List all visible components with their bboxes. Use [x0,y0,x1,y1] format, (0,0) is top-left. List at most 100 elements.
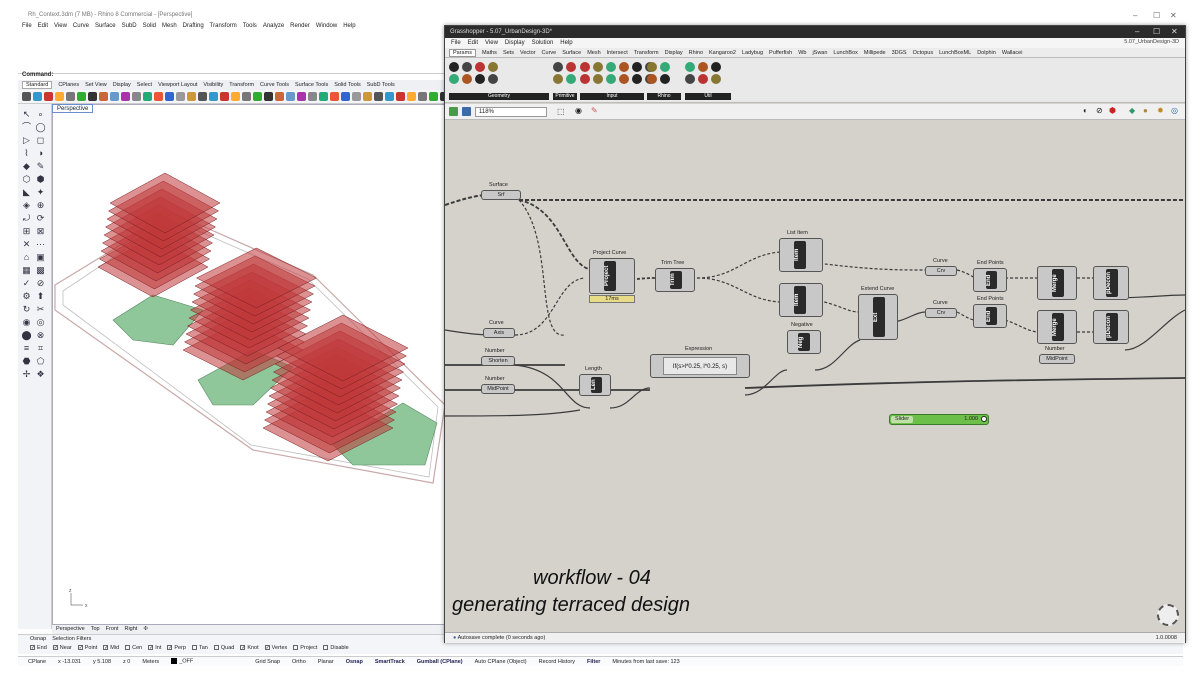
gh-menu-item[interactable]: Solution [532,40,554,46]
extend-curve-component[interactable]: Ext [858,294,898,340]
sidebar-tool-icon[interactable]: ◣ [21,187,32,197]
midpoint-param-2[interactable]: MidPoint [1039,354,1075,364]
sidebar-tool-icon[interactable]: ⬣ [21,356,32,366]
ribbon-group-label[interactable]: Primitive [553,93,577,100]
ribbon-component-icon[interactable] [462,62,472,72]
osnap-tab[interactable]: Osnap [30,636,46,642]
ribbon-component-icon[interactable] [660,74,670,84]
curve-param-2[interactable]: Crv [925,308,957,318]
expression-component[interactable]: If(s>l*0.25, l*0.25, s) [650,354,750,378]
sidebar-tool-icon[interactable]: ◯ [35,122,46,132]
ribbon-group-label[interactable]: Util [685,93,731,100]
sidebar-tool-icon[interactable]: ⊠ [35,226,46,236]
osnap-option[interactable]: Tan [191,645,208,651]
toolbar-tool-icon[interactable] [77,92,86,101]
sphere-icon[interactable]: ● [1143,106,1148,115]
ribbon-component-icon[interactable] [593,62,603,72]
toolbar-tool-icon[interactable] [55,92,64,101]
osnap-option[interactable]: ✓ Vertex [264,645,287,651]
sidebar-tool-icon[interactable]: ✕ [21,239,32,249]
shorten-param[interactable]: Shorten [481,356,515,366]
sidebar-tool-icon[interactable]: ⋯ [35,239,46,249]
rhino-toolbar-tab[interactable]: Display [113,82,131,88]
gh-menu-item[interactable]: Edit [468,40,478,46]
list-item-component-1[interactable]: Item [779,238,823,272]
ribbon-component-icon[interactable] [685,62,695,72]
toolbar-tool-icon[interactable] [220,92,229,101]
gh-tab[interactable]: Display [665,50,683,56]
ribbon-component-icon[interactable] [711,74,721,84]
gh-canvas[interactable]: Surface Srf Project Curve Project 17ms T… [445,120,1185,632]
rhino-menu-item[interactable]: Transform [210,23,237,29]
close-icon[interactable]: ✕ [1170,11,1177,20]
toolbar-tool-icon[interactable] [33,92,42,101]
viewport-tab[interactable]: Top [91,626,100,633]
ribbon-component-icon[interactable] [685,74,695,84]
gh-tab[interactable]: LunchBox [833,50,857,56]
toolbar-tool-icon[interactable] [253,92,262,101]
gh-maximize-icon[interactable]: ☐ [1153,27,1160,36]
grid-snap-toggle[interactable]: Grid Snap [255,659,280,665]
checkbox[interactable] [293,645,299,651]
rhino-menu-item[interactable]: File [22,23,32,29]
gh-tab[interactable]: Rhino [689,50,703,56]
ribbon-component-icon[interactable] [698,62,708,72]
stop-icon[interactable]: ⬢ [1109,106,1116,115]
osnap-option[interactable]: Disable [323,645,349,651]
zoom-field[interactable]: 118% [475,107,547,117]
checkbox[interactable]: ✓ [167,645,173,651]
open-file-icon[interactable] [449,107,458,116]
toolbar-tool-icon[interactable] [242,92,251,101]
rhino-toolbar-tab[interactable]: Surface Tools [295,82,328,88]
toolbar-tool-icon[interactable] [407,92,416,101]
checkbox[interactable]: ✓ [103,645,108,651]
rhino-toolbar-tab[interactable]: Select [137,82,152,88]
command-prompt[interactable]: Command: [22,72,53,78]
sidebar-tool-icon[interactable]: ▣ [35,252,46,262]
gh-tab[interactable]: Vector [520,50,536,56]
toolbar-tool-icon[interactable] [297,92,306,101]
toolbar-tool-icon[interactable] [176,92,185,101]
checkbox[interactable] [323,645,329,651]
cplane-label[interactable]: CPlane [28,659,46,665]
ribbon-component-icon[interactable] [660,62,670,72]
rhino-menu-item[interactable]: Analyze [263,23,284,29]
rhino-menu-item[interactable]: Help [343,23,355,29]
viewport-label[interactable]: Perspective [52,104,94,113]
toolbar-tool-icon[interactable] [418,92,427,101]
gh-tab[interactable]: Kangaroo2 [709,50,736,56]
checkbox[interactable]: ✓ [240,645,246,651]
trim-tree-component[interactable]: Trim [655,268,695,292]
checkbox[interactable]: ✓ [30,645,35,651]
pdecon-component-1[interactable]: pDecon [1093,266,1129,300]
layer[interactable]: _OFF [171,658,193,665]
gh-tab[interactable]: Transform [634,50,659,56]
sidebar-tool-icon[interactable]: ✂ [35,304,46,314]
ribbon-component-icon[interactable] [566,62,576,72]
ribbon-component-icon[interactable] [619,74,629,84]
toolbar-tool-icon[interactable] [231,92,240,101]
osnap-option[interactable]: ✓ End [30,645,47,651]
osnap-option[interactable]: ✓ Knot [240,645,259,651]
sidebar-tool-icon[interactable]: ⤾ [21,213,32,223]
sidebar-tool-icon[interactable]: ◻ [35,135,46,145]
sidebar-tool-icon[interactable]: ↖ [21,109,32,119]
ribbon-component-icon[interactable] [566,74,576,84]
ribbon-component-icon[interactable] [488,62,498,72]
rhino-toolbar-tab[interactable]: Curve Tools [260,82,289,88]
gh-minimize-icon[interactable]: – [1135,27,1139,36]
sidebar-tool-icon[interactable]: ⚙ [21,291,32,301]
add-viewport-icon[interactable]: ✣ [143,626,148,633]
bake-icon[interactable]: ◆ [1129,106,1135,115]
record-history-toggle[interactable]: Record History [539,659,575,665]
preview-eye-icon[interactable]: ◉ [575,106,582,115]
sidebar-tool-icon[interactable]: ⬆ [35,291,46,301]
surface-param[interactable]: Srf [481,190,521,200]
ribbon-component-icon[interactable] [462,74,472,84]
toolbar-tool-icon[interactable] [165,92,174,101]
toolbar-tool-icon[interactable] [99,92,108,101]
sidebar-tool-icon[interactable]: ▦ [21,265,32,275]
toolbar-tool-icon[interactable] [66,92,75,101]
sidebar-tool-icon[interactable]: ◉ [21,317,32,327]
sidebar-tool-icon[interactable]: ⬤ [21,330,32,340]
